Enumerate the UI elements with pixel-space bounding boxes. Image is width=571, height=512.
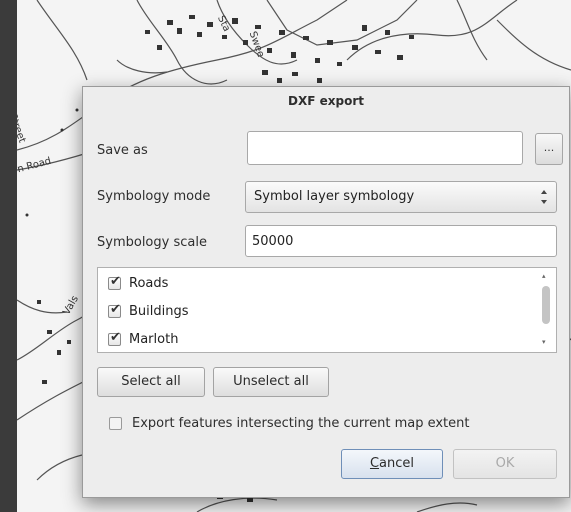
layer-item-buildings[interactable]: ✔ Buildings — [108, 301, 189, 323]
intersect-extent-option[interactable]: Export features intersecting the current… — [109, 415, 469, 433]
ok-button[interactable]: OK — [453, 449, 557, 479]
check-icon: ✔ — [110, 330, 121, 345]
dialog-title: DXF export — [288, 94, 364, 108]
screen: Street n Road Vals Sta Swee DXF export S… — [0, 0, 571, 512]
layer-list: ✔ Roads ✔ Buildings ✔ Marloth ▴ ▾ — [97, 267, 557, 353]
unselect-all-button[interactable]: Unselect all — [213, 367, 329, 397]
browse-button[interactable]: ... — [535, 133, 563, 165]
check-icon: ✔ — [110, 274, 121, 289]
symbology-mode-value: Symbol layer symbology — [254, 189, 415, 204]
combo-updown-icon — [541, 190, 547, 204]
layer-item-roads[interactable]: ✔ Roads — [108, 273, 168, 295]
intersect-extent-label: Export features intersecting the current… — [132, 416, 470, 431]
scroll-up-icon[interactable]: ▴ — [542, 272, 546, 280]
save-as-label: Save as — [97, 143, 148, 158]
layer-checkbox-roads[interactable]: ✔ — [108, 274, 121, 290]
layer-list-scrollbar[interactable]: ▴ ▾ — [540, 272, 552, 348]
cancel-button[interactable]: Cancel — [341, 449, 443, 479]
symbology-scale-label: Symbology scale — [97, 235, 207, 250]
symbology-scale-input[interactable] — [245, 225, 557, 257]
select-all-button[interactable]: Select all — [97, 367, 205, 397]
layer-label: Marloth — [129, 332, 179, 347]
symbology-mode-label: Symbology mode — [97, 189, 211, 204]
layer-label: Roads — [129, 276, 169, 291]
intersect-extent-checkbox[interactable] — [109, 417, 122, 430]
symbology-mode-select[interactable]: Symbol layer symbology — [245, 181, 557, 213]
save-as-input[interactable] — [247, 131, 523, 165]
scroll-thumb[interactable] — [542, 286, 550, 324]
layer-checkbox-marloth[interactable]: ✔ — [108, 330, 121, 346]
check-icon: ✔ — [110, 302, 121, 317]
layer-label: Buildings — [129, 304, 189, 319]
dxf-export-dialog: DXF export Save as ... Symbology mode Sy… — [82, 86, 570, 498]
layer-item-marloth[interactable]: ✔ Marloth — [108, 329, 178, 351]
scroll-down-icon[interactable]: ▾ — [542, 338, 546, 346]
layer-checkbox-buildings[interactable]: ✔ — [108, 302, 121, 318]
